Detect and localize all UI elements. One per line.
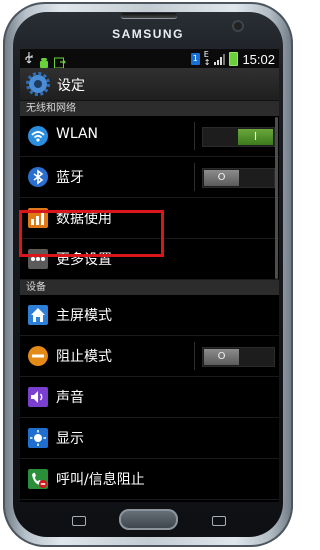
row-label: 阻止模式 bbox=[56, 349, 112, 365]
network-type-icon: E ↕ bbox=[203, 50, 211, 67]
settings-row-display[interactable]: 显示 bbox=[20, 418, 279, 459]
back-key[interactable] bbox=[212, 516, 226, 526]
signal-icon bbox=[214, 53, 226, 65]
bluetooth-toggle[interactable]: O bbox=[202, 168, 275, 188]
home-button[interactable] bbox=[119, 509, 178, 530]
row-divider bbox=[194, 163, 195, 191]
row-label: WLAN bbox=[56, 126, 99, 142]
action-bar: 设定 bbox=[20, 68, 279, 101]
clock: 15:02 bbox=[242, 51, 275, 67]
settings-row-home-mode[interactable]: 主屏模式 bbox=[20, 295, 279, 336]
screen: 1 E ↕ 15:02 设定 无线和网络 WLAN I 蓝牙 O 数据使用 更多… bbox=[20, 49, 279, 502]
section-header-device: 设备 bbox=[20, 280, 279, 295]
scrollbar[interactable] bbox=[275, 117, 278, 279]
settings-row-wlan[interactable]: WLAN I bbox=[20, 116, 279, 157]
status-bar: 1 E ↕ 15:02 bbox=[20, 49, 279, 68]
row-divider bbox=[194, 342, 195, 370]
row-label: 显示 bbox=[56, 431, 84, 447]
row-label: 声音 bbox=[56, 390, 84, 406]
home-icon bbox=[28, 305, 48, 325]
bluetooth-icon bbox=[28, 167, 48, 187]
settings-row-call-block[interactable]: 呼叫/信息阻止 bbox=[20, 459, 279, 500]
menu-key[interactable] bbox=[72, 516, 86, 526]
row-label: 蓝牙 bbox=[56, 170, 84, 186]
android-icon bbox=[39, 54, 49, 68]
settings-gear-icon[interactable] bbox=[26, 72, 50, 96]
sim-indicator: 1 bbox=[190, 53, 200, 65]
toggle-knob: O bbox=[204, 170, 239, 186]
row-label: 呼叫/信息阻止 bbox=[56, 472, 145, 488]
row-label: 主屏模式 bbox=[56, 308, 112, 324]
page-title: 设定 bbox=[57, 78, 85, 94]
section-header-wireless: 无线和网络 bbox=[20, 101, 279, 116]
wifi-icon bbox=[28, 126, 48, 146]
call-block-icon bbox=[28, 469, 48, 489]
wlan-toggle[interactable]: I bbox=[202, 127, 275, 147]
sound-icon bbox=[28, 387, 48, 407]
row-divider bbox=[194, 122, 195, 150]
highlight-box-more-settings bbox=[19, 210, 164, 257]
toggle-knob: O bbox=[204, 349, 239, 365]
download-icon bbox=[54, 54, 66, 68]
battery-icon bbox=[229, 52, 239, 66]
brand-logo: SAMSUNG bbox=[112, 27, 184, 41]
usb-icon bbox=[24, 52, 34, 67]
block-mode-toggle[interactable]: O bbox=[202, 347, 275, 367]
earpiece-speaker bbox=[121, 13, 177, 18]
display-icon bbox=[28, 428, 48, 448]
settings-row-sound[interactable]: 声音 bbox=[20, 377, 279, 418]
settings-row-bluetooth[interactable]: 蓝牙 O bbox=[20, 157, 279, 198]
settings-row-block-mode[interactable]: 阻止模式 O bbox=[20, 336, 279, 377]
block-icon bbox=[28, 346, 48, 366]
toggle-knob: I bbox=[238, 129, 273, 145]
